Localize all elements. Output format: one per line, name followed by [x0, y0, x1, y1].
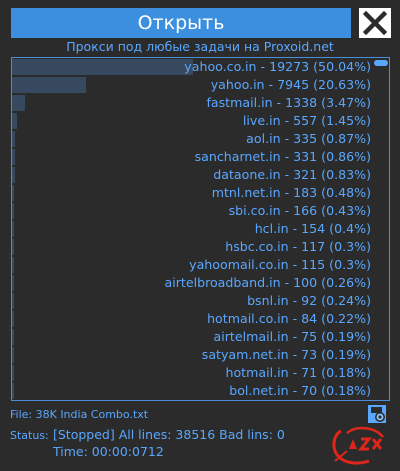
list-item-label: hotmail.co.in - 84 (0.22%) — [207, 311, 371, 326]
list-item-label: yahoomail.co.in - 115 (0.3%) — [189, 257, 371, 272]
list-item-label: yahoo.in - 7945 (20.63%) — [210, 77, 371, 92]
list-item[interactable]: dataone.in - 321 (0.83%) — [12, 166, 373, 184]
share-bar — [12, 203, 14, 219]
share-bar — [12, 365, 14, 381]
list-item-label: dataone.in - 321 (0.83%) — [213, 167, 371, 182]
list-item-label: mtnl.net.in - 183 (0.48%) — [211, 185, 371, 200]
file-label: File: 38K India Combo.txt — [10, 408, 149, 421]
list-item[interactable]: shagroups.in - 63 (0.16%) — [12, 400, 373, 401]
list-item-label: bsnl.in - 92 (0.24%) — [247, 293, 371, 308]
list-item[interactable]: yahoomail.co.in - 115 (0.3%) — [12, 256, 373, 274]
share-bar — [12, 275, 14, 291]
list-item-label: hcl.in - 154 (0.4%) — [254, 221, 371, 236]
list-item-label: shagroups.in - 63 (0.16%) — [208, 400, 371, 401]
list-item[interactable]: mtnl.net.in - 183 (0.48%) — [12, 184, 373, 202]
open-button[interactable]: Открыть — [11, 8, 351, 38]
share-bar — [12, 347, 14, 363]
list-item-label: yahoo.co.in - 19273 (50.04%) — [184, 59, 371, 74]
share-bar — [12, 383, 14, 399]
time-text: Time: 00:00:0712 — [53, 444, 164, 459]
list-item-label: airtelbroadband.in - 100 (0.26%) — [164, 275, 372, 290]
list-item[interactable]: hsbc.co.in - 117 (0.3%) — [12, 238, 373, 256]
logo-emblem — [327, 421, 393, 467]
domain-stats-list[interactable]: yahoo.co.in - 19273 (50.04%) yahoo.in - 7… — [11, 57, 390, 401]
list-item-label: hsbc.co.in - 117 (0.3%) — [225, 239, 371, 254]
list-item[interactable]: sancharnet.in - 331 (0.86%) — [12, 148, 373, 166]
share-bar — [12, 239, 14, 255]
share-bar — [12, 59, 193, 75]
status-text: [Stopped] All lines: 38516 Bad lins: 0 — [53, 427, 285, 442]
list-item[interactable]: bol.net.in - 70 (0.18%) — [12, 382, 373, 400]
list-item[interactable]: satyam.net.in - 73 (0.19%) — [12, 346, 373, 364]
share-bar — [12, 77, 86, 93]
list-item[interactable]: fastmail.in - 1338 (3.47%) — [12, 94, 373, 112]
list-item-label: live.in - 557 (1.45%) — [242, 113, 371, 128]
share-bar — [12, 149, 15, 165]
list-item-label: airtelmail.in - 75 (0.19%) — [213, 329, 371, 344]
list-item-label: hotmail.in - 71 (0.18%) — [225, 365, 371, 380]
share-bar — [12, 131, 15, 147]
list-item[interactable]: airtelbroadband.in - 100 (0.26%) — [12, 274, 373, 292]
list-item[interactable]: bsnl.in - 92 (0.24%) — [12, 292, 373, 310]
share-bar — [12, 329, 14, 345]
close-button[interactable] — [359, 8, 391, 38]
list-item-label: bol.net.in - 70 (0.18%) — [229, 383, 371, 398]
list-item[interactable]: sbi.co.in - 166 (0.43%) — [12, 202, 373, 220]
list-item[interactable]: live.in - 557 (1.45%) — [12, 112, 373, 130]
close-icon — [363, 11, 387, 35]
list-item[interactable]: airtelmail.in - 75 (0.19%) — [12, 328, 373, 346]
list-item-label: satyam.net.in - 73 (0.19%) — [201, 347, 371, 362]
share-bar — [12, 293, 14, 309]
list-item[interactable]: aol.in - 335 (0.87%) — [12, 130, 373, 148]
share-bar — [12, 113, 17, 129]
list-item-label: sbi.co.in - 166 (0.43%) — [228, 203, 371, 218]
share-bar — [12, 311, 14, 327]
promo-link[interactable]: Прокси под любые задачи на Proxoid.net — [0, 39, 400, 55]
list-item[interactable]: hcl.in - 154 (0.4%) — [12, 220, 373, 238]
scrollbar-thumb[interactable] — [374, 60, 388, 66]
share-bar — [12, 257, 14, 273]
status-label: Status: — [10, 429, 49, 442]
share-bar — [12, 167, 15, 183]
list-item-label: sancharnet.in - 331 (0.86%) — [194, 149, 371, 164]
list-item[interactable]: yahoo.co.in - 19273 (50.04%) — [12, 58, 373, 76]
list-item-label: aol.in - 335 (0.87%) — [246, 131, 371, 146]
list-item[interactable]: hotmail.in - 71 (0.18%) — [12, 364, 373, 382]
list-item-label: fastmail.in - 1338 (3.47%) — [206, 95, 371, 110]
list-item[interactable]: yahoo.in - 7945 (20.63%) — [12, 76, 373, 94]
list-item[interactable]: hotmail.co.in - 84 (0.22%) — [12, 310, 373, 328]
share-bar — [12, 185, 14, 201]
share-bar — [12, 221, 14, 237]
share-bar — [12, 95, 25, 111]
